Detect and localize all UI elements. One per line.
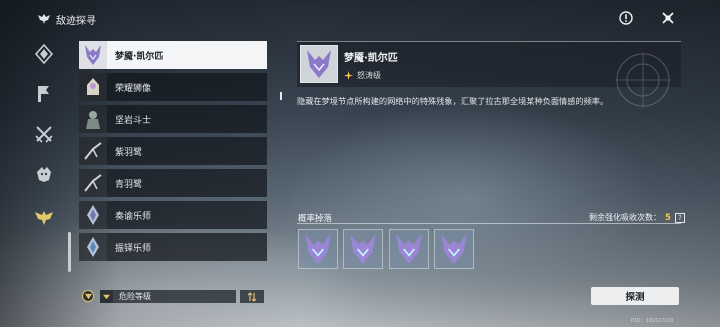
drop-slot[interactable] xyxy=(434,229,474,269)
list-item-label: 奏谕乐师 xyxy=(115,211,152,222)
list-item-label: 振铎乐师 xyxy=(115,243,152,254)
echo-drop-icon xyxy=(441,234,467,264)
category-rail xyxy=(0,36,72,276)
filter-icon xyxy=(84,293,92,299)
bell-musician-icon xyxy=(79,233,107,261)
enemy-rank: 怒涛级 xyxy=(344,70,381,81)
echo-drop-icon xyxy=(305,234,331,264)
crossed-swords-icon xyxy=(35,126,53,143)
purple-heron-icon xyxy=(79,137,107,165)
beast-head-icon xyxy=(37,167,51,182)
list-item-label: 荣耀狮像 xyxy=(115,83,152,94)
filter-button[interactable] xyxy=(82,290,94,302)
list-item-lion-statue[interactable]: 荣耀狮像 xyxy=(79,73,267,101)
rail-item-3[interactable] xyxy=(32,162,56,186)
remaining-count: 5 xyxy=(665,212,671,223)
lion-statue-icon xyxy=(79,73,107,101)
sort-order-button[interactable] xyxy=(240,290,264,303)
enemy-description: 隐藏在梦境节点所构建的网络中的特殊残象，汇聚了拉古那全境某种负面情感的频率。 xyxy=(297,96,609,106)
rock-fighter-icon xyxy=(79,105,107,133)
spark-rank-icon xyxy=(344,71,353,80)
drop-slot[interactable] xyxy=(389,229,429,269)
player-uid: PID: 101527110 xyxy=(631,318,674,324)
list-item-label: 紫羽鹭 xyxy=(115,147,143,158)
sort-select[interactable]: 危险等级 xyxy=(100,290,236,303)
kelpie-portrait-icon xyxy=(300,45,338,83)
list-item-cyan-heron[interactable]: 青羽鹭 xyxy=(79,169,267,197)
kelpie-portrait-icon xyxy=(79,41,107,69)
list-item-label: 坚岩斗士 xyxy=(115,115,152,126)
help-button[interactable]: ? xyxy=(674,212,685,223)
list-item-oracle-musician[interactable]: 奏谕乐师 xyxy=(79,201,267,229)
description-marker xyxy=(280,92,282,100)
cyan-heron-icon xyxy=(79,169,107,197)
oracle-musician-icon xyxy=(79,201,107,229)
remaining-absorb-count: 剩余强化吸收次数： 5 ? xyxy=(589,212,685,223)
sort-order-icon xyxy=(247,291,257,302)
enemy-name: 梦魇·凯尔匹 xyxy=(344,53,398,64)
winged-demon-icon xyxy=(35,211,53,225)
list-item-purple-heron[interactable]: 紫羽鹭 xyxy=(79,137,267,165)
rail-item-0[interactable] xyxy=(32,42,56,66)
list-item-kelpie[interactable]: 梦魇·凯尔匹 xyxy=(79,41,267,69)
top-bar: 敌迹探寻 xyxy=(0,0,720,36)
info-button[interactable] xyxy=(617,9,635,27)
info-icon xyxy=(619,11,633,25)
rail-item-1[interactable] xyxy=(32,82,56,106)
page-title: 敌迹探寻 xyxy=(56,16,96,27)
close-button[interactable] xyxy=(659,9,677,27)
drops-divider xyxy=(297,223,681,224)
diamond-crest-icon xyxy=(34,44,54,64)
explore-button[interactable]: 探测 xyxy=(591,287,679,305)
rail-item-4[interactable] xyxy=(32,206,56,230)
detail-header: 梦魇·凯尔匹 怒涛级 xyxy=(297,41,681,108)
chevron-down-icon xyxy=(100,290,113,303)
list-item-label: 青羽鹭 xyxy=(115,179,143,190)
list-item-label: 梦魇·凯尔匹 xyxy=(115,51,164,62)
banner-flag-icon xyxy=(38,86,49,102)
sort-label: 危险等级 xyxy=(119,292,151,301)
enemy-rank-label: 怒涛级 xyxy=(357,71,381,80)
list-item-bell-musician[interactable]: 振铎乐师 xyxy=(79,233,267,261)
drop-slot[interactable] xyxy=(343,229,383,269)
echo-drop-icon xyxy=(396,234,422,264)
close-icon xyxy=(662,12,674,24)
rail-item-2[interactable] xyxy=(32,122,56,146)
enemy-list[interactable]: 梦魇·凯尔匹 荣耀狮像 坚岩斗士 紫羽鹭 青羽鹭 奏谕乐师 振铎乐师 xyxy=(79,41,267,269)
remaining-label: 剩余强化吸收次数： xyxy=(589,213,661,222)
echo-drop-icon xyxy=(350,234,376,264)
winged-demon-icon xyxy=(38,14,50,24)
drop-slot[interactable] xyxy=(298,229,338,269)
list-item-rock-fighter[interactable]: 坚岩斗士 xyxy=(79,105,267,133)
rail-active-indicator xyxy=(68,232,71,272)
